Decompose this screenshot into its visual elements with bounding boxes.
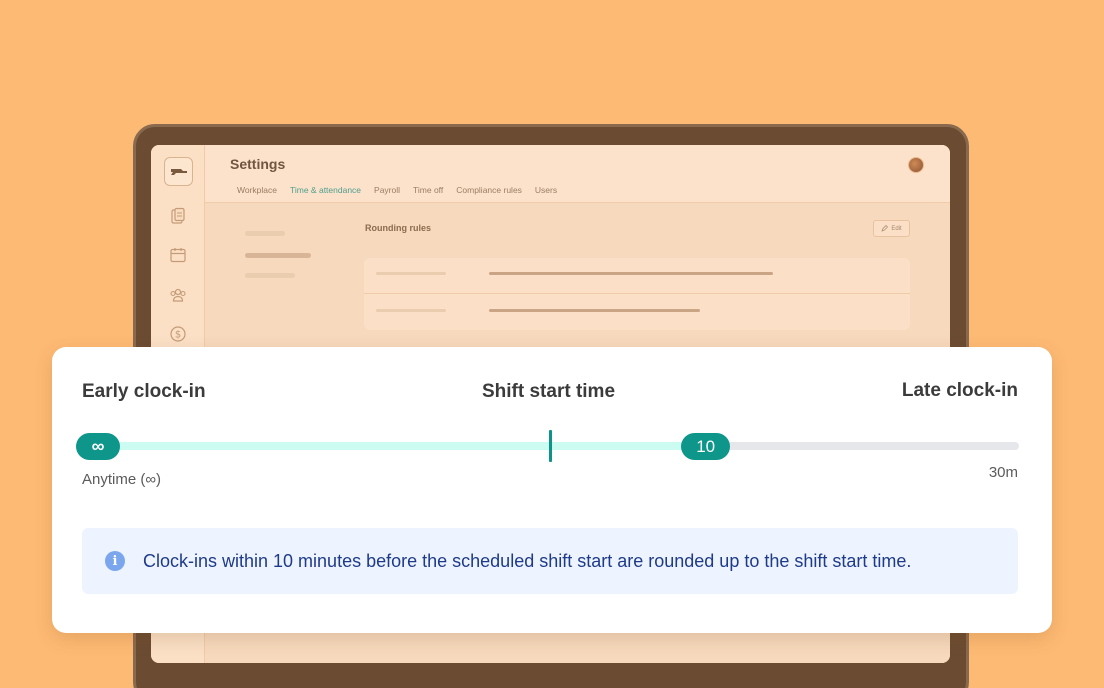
late-slider-handle[interactable]: 10	[681, 433, 731, 460]
tab-payroll[interactable]: Payroll	[368, 183, 407, 204]
tab-workplace[interactable]: Workplace	[231, 183, 284, 204]
shift-start-marker	[549, 430, 552, 462]
clipboard-icon[interactable]	[169, 207, 187, 225]
row-value-placeholder	[489, 272, 773, 275]
info-text: Clock-ins within 10 minutes before the s…	[143, 551, 912, 571]
app-header: Settings Workplace Time & attendance Pay…	[205, 145, 950, 204]
section-title: Rounding rules	[365, 223, 431, 233]
logo-icon[interactable]	[164, 157, 193, 186]
rounding-card: Early clock-in Shift start time Late clo…	[52, 347, 1052, 633]
tab-time-attendance[interactable]: Time & attendance	[284, 183, 369, 204]
rounding-slider-fill	[98, 442, 706, 450]
calendar-icon[interactable]	[169, 246, 187, 264]
page-title: Settings	[230, 156, 286, 172]
early-clock-in-label: Early clock-in	[82, 381, 206, 402]
rounding-slider-track[interactable]	[98, 442, 1019, 450]
edit-button[interactable]: Edit	[873, 220, 910, 237]
tab-users[interactable]: Users	[529, 183, 564, 204]
info-icon: i	[105, 551, 125, 571]
nav-placeholder-active[interactable]	[245, 253, 311, 258]
info-banner: i Clock-ins within 10 minutes before the…	[82, 528, 1018, 594]
divider	[364, 293, 910, 294]
avatar[interactable]	[908, 157, 924, 173]
settings-tabs: Workplace Time & attendance Payroll Time…	[231, 183, 564, 204]
svg-text:$: $	[175, 330, 181, 341]
tab-time-off[interactable]: Time off	[407, 183, 450, 204]
row-label-placeholder	[376, 309, 446, 312]
late-max-caption: 30m	[988, 464, 1018, 481]
pencil-icon	[881, 225, 889, 232]
early-caption: Anytime (∞)	[82, 471, 162, 488]
nav-placeholder	[245, 273, 295, 278]
rules-card	[364, 258, 910, 330]
team-icon[interactable]	[169, 286, 187, 304]
shift-start-label: Shift start time	[482, 381, 616, 402]
dollar-icon[interactable]: $	[169, 325, 187, 343]
row-label-placeholder	[376, 272, 446, 275]
early-slider-handle[interactable]: ∞	[76, 433, 120, 460]
late-clock-in-label: Late clock-in	[901, 380, 1018, 401]
row-value-placeholder	[489, 309, 700, 312]
tab-compliance-rules[interactable]: Compliance rules	[450, 183, 529, 204]
edit-label: Edit	[891, 225, 902, 232]
nav-placeholder	[245, 231, 285, 236]
